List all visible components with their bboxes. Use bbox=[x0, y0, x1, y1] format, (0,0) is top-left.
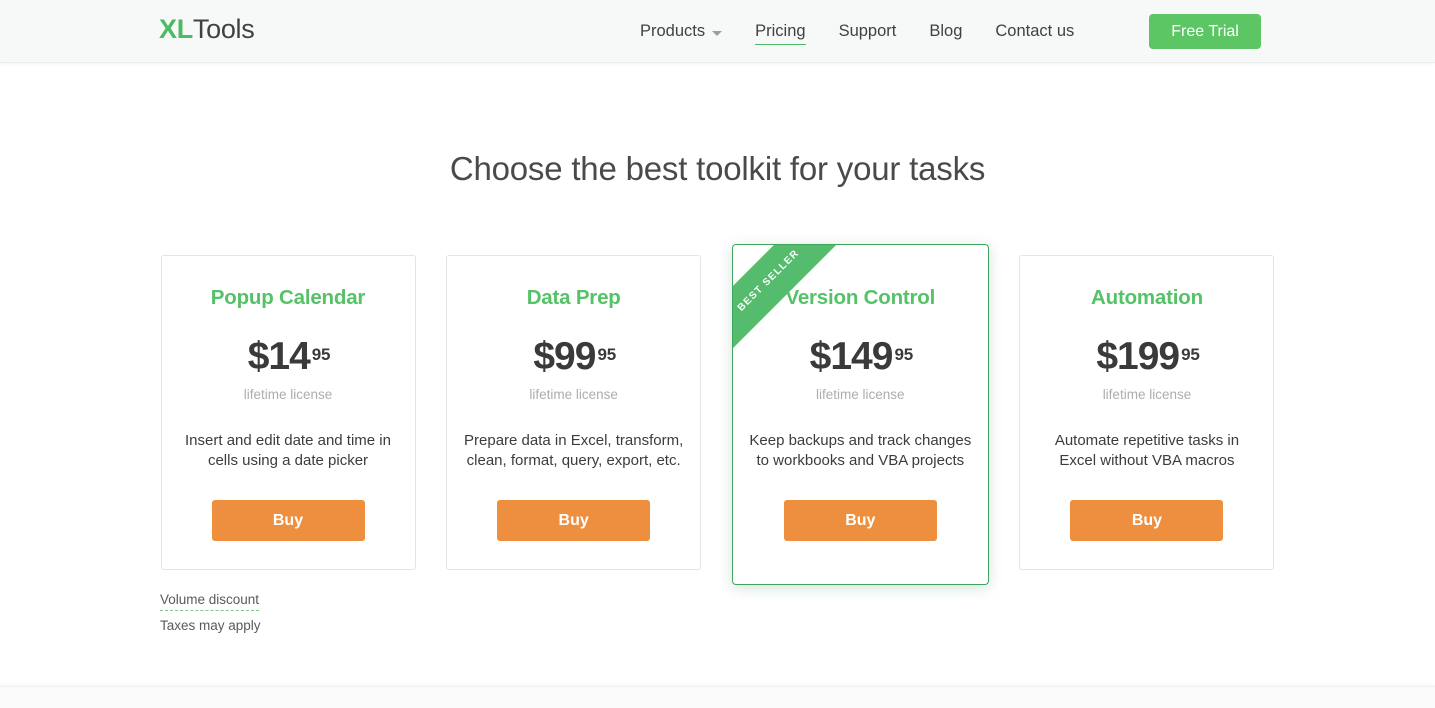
buy-button[interactable]: Buy bbox=[1070, 500, 1224, 541]
card-price: $14 95 bbox=[178, 337, 399, 376]
next-section-edge bbox=[0, 686, 1435, 708]
buy-button[interactable]: Buy bbox=[497, 500, 651, 541]
nav-item-pricing-label: Pricing bbox=[755, 22, 806, 40]
nav-item-support[interactable]: Support bbox=[839, 18, 897, 45]
card-price-cents: 95 bbox=[311, 344, 331, 364]
card-description: Keep backups and track changes to workbo… bbox=[749, 432, 972, 469]
logo-text-tools: Tools bbox=[192, 14, 255, 44]
card-description: Insert and edit date and time in cells u… bbox=[185, 432, 391, 469]
pricing-card-data-prep[interactable]: Data Prep $99 95 lifetime license Prepare… bbox=[446, 255, 702, 570]
card-title: Data Prep bbox=[526, 286, 621, 309]
volume-discount-link[interactable]: Volume discount bbox=[160, 592, 260, 611]
chevron-down-icon bbox=[712, 31, 723, 36]
nav-item-products-label: Products bbox=[640, 22, 706, 40]
site-logo[interactable]: XLTools bbox=[159, 14, 255, 44]
card-price-amount: $199 bbox=[1096, 335, 1180, 378]
nav-item-contact-us[interactable]: Contact us bbox=[995, 18, 1074, 45]
nav-item-blog-label: Blog bbox=[929, 22, 963, 40]
nav-item-pricing[interactable]: Pricing bbox=[755, 18, 807, 45]
pricing-card-popup-calendar[interactable]: Popup Calendar $14 95 lifetime license In… bbox=[160, 255, 416, 570]
card-title: Automation bbox=[1091, 286, 1203, 309]
card-description: Automate repetitive tasks in Excel witho… bbox=[1054, 432, 1240, 469]
free-trial-button[interactable]: Free Trial bbox=[1149, 14, 1261, 49]
card-price-amount: $14 bbox=[247, 335, 311, 378]
card-price-note: lifetime license bbox=[1102, 387, 1192, 402]
main-navigation: Products Pricing Support Blog Contact us… bbox=[640, 0, 1261, 63]
pricing-footnotes: Volume discount Taxes may apply bbox=[160, 591, 261, 633]
card-price: $99 95 bbox=[463, 337, 684, 376]
card-price-cents: 95 bbox=[597, 344, 616, 364]
card-price-note: lifetime license bbox=[243, 387, 333, 402]
card-price-cents: 95 bbox=[894, 344, 913, 364]
card-title: Version Control bbox=[785, 286, 936, 309]
taxes-note: Taxes may apply bbox=[160, 618, 261, 633]
card-price: $149 95 bbox=[749, 337, 972, 376]
pricing-cards: Popup Calendar $14 95 lifetime license In… bbox=[160, 244, 1275, 585]
card-description: Prepare data in Excel, transform, clean,… bbox=[464, 432, 684, 469]
pricing-card-automation[interactable]: Automation $199 95 lifetime license Autom… bbox=[1019, 255, 1275, 570]
buy-button[interactable]: Buy bbox=[211, 500, 365, 541]
nav-item-blog[interactable]: Blog bbox=[929, 18, 962, 45]
card-price: $199 95 bbox=[1036, 337, 1257, 376]
page-title: Choose the best toolkit for your tasks bbox=[449, 150, 986, 187]
site-header: XLTools Products Pricing Support Blog Co… bbox=[0, 0, 1435, 63]
card-price-amount: $149 bbox=[809, 335, 894, 378]
card-title: Popup Calendar bbox=[210, 286, 366, 309]
pricing-page: Choose the best toolkit for your tasks P… bbox=[0, 63, 1435, 708]
buy-button[interactable]: Buy bbox=[783, 500, 937, 541]
card-price-amount: $99 bbox=[533, 335, 596, 378]
card-price-note: lifetime license bbox=[816, 387, 905, 402]
nav-item-products[interactable]: Products bbox=[640, 18, 723, 45]
card-price-cents: 95 bbox=[1181, 344, 1200, 364]
nav-item-contact-us-label: Contact us bbox=[995, 22, 1075, 40]
logo-text-xl: XL bbox=[159, 14, 193, 44]
pricing-card-version-control[interactable]: BEST SELLER Version Control $149 95 lifet… bbox=[731, 244, 989, 585]
nav-item-support-label: Support bbox=[838, 22, 897, 40]
card-price-note: lifetime license bbox=[529, 387, 618, 402]
